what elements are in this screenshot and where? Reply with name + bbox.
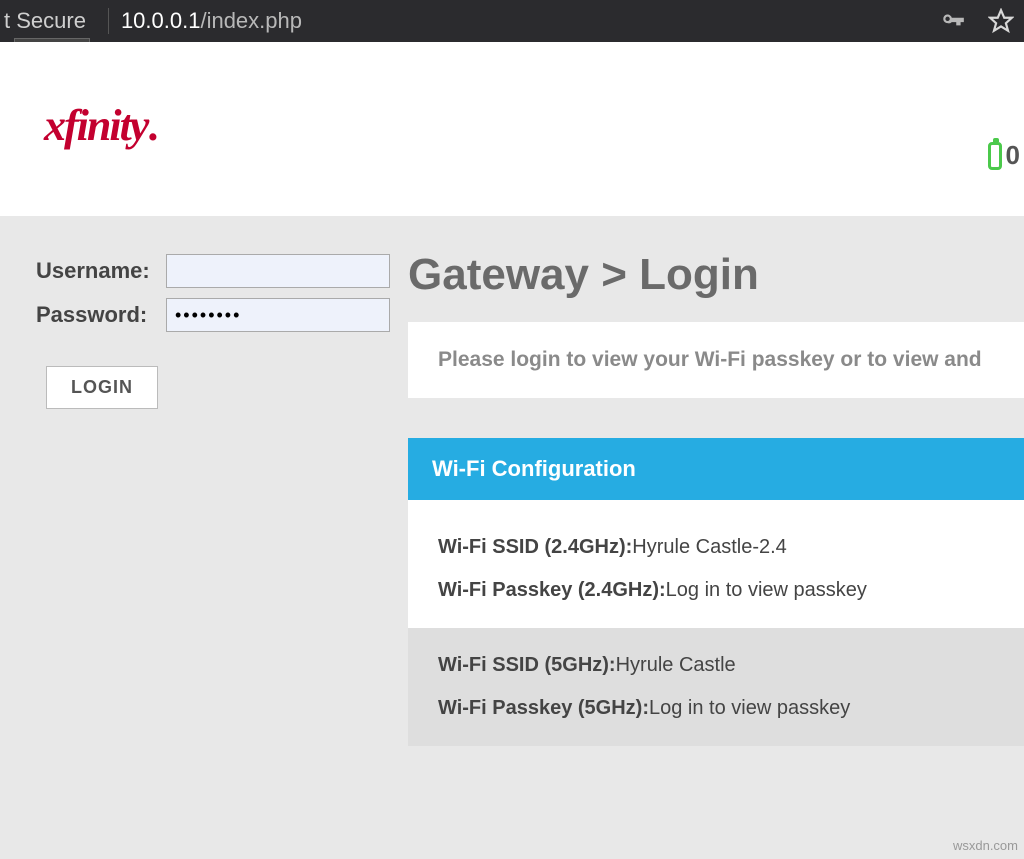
address-bar-separator bbox=[108, 8, 109, 34]
password-input[interactable] bbox=[166, 298, 390, 332]
wifi-24-passkey-value: Log in to view passkey bbox=[666, 579, 867, 601]
battery-icon bbox=[988, 142, 1002, 170]
wifi-panel-body: Wi-Fi SSID (2.4GHz):Hyrule Castle-2.4 Wi… bbox=[408, 500, 1024, 746]
xfinity-logo: xfinity. bbox=[44, 100, 156, 151]
wifi-24-ssid-label: Wi-Fi SSID (2.4GHz): bbox=[438, 536, 632, 558]
login-info-message: Please login to view your Wi-Fi passkey … bbox=[408, 322, 1024, 398]
url-text[interactable]: 10.0.0.1/index.php bbox=[121, 8, 302, 34]
content-column: Gateway > Login Please login to view you… bbox=[408, 250, 1024, 746]
main-content: Username: Password: LOGIN Gateway > Logi… bbox=[0, 216, 1024, 859]
url-host: 10.0.0.1 bbox=[121, 8, 201, 33]
wifi-config-panel: Wi-Fi Configuration Wi-Fi SSID (2.4GHz):… bbox=[408, 438, 1024, 746]
wifi-panel-header: Wi-Fi Configuration bbox=[408, 438, 1024, 500]
password-key-icon[interactable] bbox=[940, 8, 966, 40]
wifi-5-ssid-label: Wi-Fi SSID (5GHz): bbox=[438, 654, 616, 676]
login-form: Username: Password: LOGIN bbox=[36, 254, 390, 409]
username-input[interactable] bbox=[166, 254, 390, 288]
browser-address-bar: t Secure 10.0.0.1/index.php Xfinity bbox=[0, 0, 1024, 42]
username-label: Username: bbox=[36, 258, 166, 284]
wifi-24-ssid-value: Hyrule Castle-2.4 bbox=[632, 536, 787, 558]
wifi-5ghz-section: Wi-Fi SSID (5GHz):Hyrule Castle Wi-Fi Pa… bbox=[408, 628, 1024, 746]
wifi-5-passkey-value: Log in to view passkey bbox=[649, 697, 850, 719]
wifi-5-passkey-row: Wi-Fi Passkey (5GHz):Log in to view pass… bbox=[438, 697, 994, 720]
login-button[interactable]: LOGIN bbox=[46, 366, 158, 409]
wifi-5-passkey-label: Wi-Fi Passkey (5GHz): bbox=[438, 697, 649, 719]
password-label: Password: bbox=[36, 302, 166, 328]
url-path: /index.php bbox=[200, 8, 302, 33]
bookmark-star-icon[interactable] bbox=[988, 8, 1014, 40]
page-title: Gateway > Login bbox=[408, 250, 1024, 300]
security-indicator[interactable]: t Secure bbox=[0, 8, 86, 34]
battery-value: 0 bbox=[1006, 140, 1020, 171]
wifi-24-ssid-row: Wi-Fi SSID (2.4GHz):Hyrule Castle-2.4 bbox=[438, 536, 994, 559]
battery-indicator: 0 bbox=[988, 140, 1020, 171]
wifi-5-ssid-row: Wi-Fi SSID (5GHz):Hyrule Castle bbox=[438, 654, 994, 677]
page-header: xfinity. 0 bbox=[0, 42, 1024, 216]
wifi-24-passkey-label: Wi-Fi Passkey (2.4GHz): bbox=[438, 579, 666, 601]
username-row: Username: bbox=[36, 254, 390, 288]
wifi-24ghz-section: Wi-Fi SSID (2.4GHz):Hyrule Castle-2.4 Wi… bbox=[408, 510, 1024, 628]
password-row: Password: bbox=[36, 298, 390, 332]
watermark: wsxdn.com bbox=[953, 838, 1018, 853]
wifi-24-passkey-row: Wi-Fi Passkey (2.4GHz):Log in to view pa… bbox=[438, 579, 994, 602]
wifi-5-ssid-value: Hyrule Castle bbox=[616, 654, 736, 676]
